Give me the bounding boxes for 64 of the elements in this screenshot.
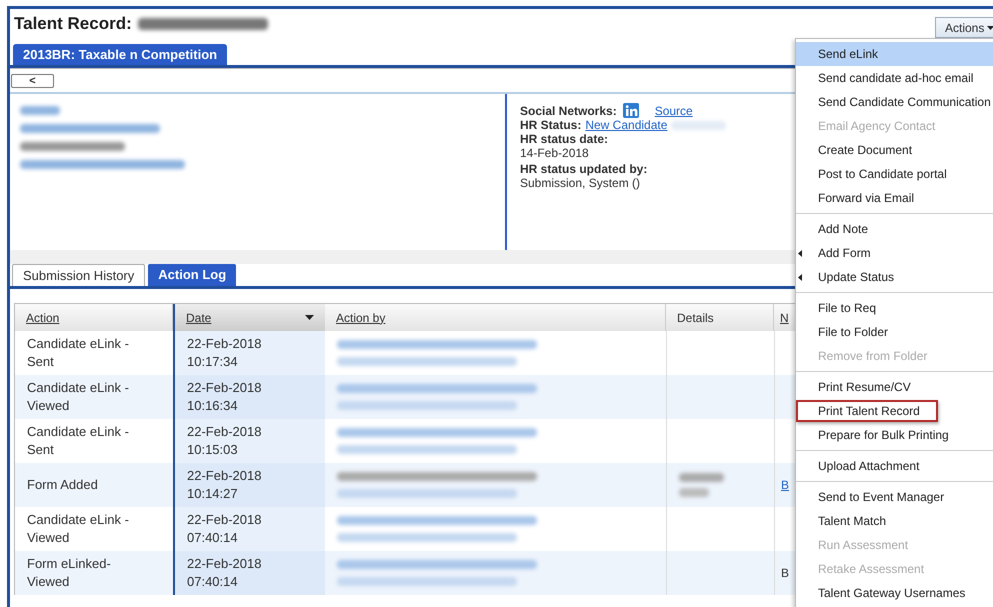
- table-cell-text: Candidate eLink - Viewed: [27, 511, 130, 547]
- table-cell-text: 22-Feb-2018 10:16:34: [187, 379, 262, 415]
- menu-item[interactable]: Talent Gateway Usernames: [796, 581, 993, 605]
- redacted-text: [671, 120, 726, 130]
- submenu-arrow-icon: [798, 274, 802, 281]
- redacted-text: [679, 473, 724, 482]
- sort-caret-icon: [305, 315, 314, 320]
- actions-button[interactable]: Actions: [935, 17, 993, 38]
- column-header[interactable]: Action: [15, 304, 173, 331]
- menu-item[interactable]: Send candidate ad-hoc email: [796, 66, 993, 90]
- column-header[interactable]: Action by: [325, 304, 666, 331]
- hr-status-link[interactable]: New Candidate: [585, 118, 668, 132]
- header-label: N: [780, 310, 789, 326]
- table-cell-text: 22-Feb-2018 10:15:03: [187, 423, 262, 459]
- table-cell-text: 22-Feb-2018 10:14:27: [187, 467, 262, 503]
- menu-item[interactable]: Print Talent Record: [796, 399, 993, 423]
- header-label: Action by: [336, 310, 386, 326]
- menu-item[interactable]: Add Form: [796, 241, 993, 265]
- page-title: Talent Record:: [14, 13, 132, 36]
- redacted-text: [679, 488, 709, 497]
- back-button[interactable]: <: [11, 74, 54, 88]
- menu-item[interactable]: File to Req: [796, 296, 993, 320]
- table-cell-text: Form eLinked- Viewed: [27, 555, 112, 591]
- table-cell-text: Candidate eLink - Sent: [27, 423, 130, 459]
- caret-icon: [987, 26, 993, 30]
- table-cell-text: Form Added: [27, 476, 99, 494]
- menu-item[interactable]: Send Candidate Communication: [796, 90, 993, 114]
- table-cell-text: 22-Feb-2018 07:40:14: [187, 555, 262, 591]
- table-cell-text: 22-Feb-2018 07:40:14: [187, 511, 262, 547]
- menu-item[interactable]: File to Folder: [796, 320, 993, 344]
- field-label: HR status updated by:: [520, 162, 648, 176]
- table-cell-text: B: [781, 565, 790, 582]
- column-header[interactable]: N: [774, 304, 796, 331]
- linkedin-icon: [622, 103, 639, 118]
- field-value: Submission, System (): [520, 176, 642, 190]
- menu-item[interactable]: Add Note: [796, 217, 993, 241]
- header-label: Date: [186, 310, 212, 326]
- menu-item[interactable]: Post to Candidate portal: [796, 162, 993, 186]
- menu-item[interactable]: Send to Event Manager: [796, 485, 993, 509]
- source-link[interactable]: Source: [654, 104, 693, 118]
- menu-item[interactable]: Send eLink: [796, 42, 993, 66]
- redacted-text: [20, 106, 60, 115]
- menu-item[interactable]: Update Status: [796, 265, 993, 289]
- column-header[interactable]: Date: [173, 304, 325, 331]
- menu-item[interactable]: Upload Attachment: [796, 454, 993, 478]
- menu-item[interactable]: Forward via Email: [796, 186, 993, 210]
- field-value: 14-Feb-2018: [520, 146, 590, 160]
- name-link[interactable]: B: [781, 476, 790, 494]
- table-cell-text: 22-Feb-2018 10:17:34: [187, 335, 262, 371]
- field-label: HR Status:: [520, 118, 582, 132]
- section-tab[interactable]: Submission History: [12, 264, 146, 286]
- menu-item[interactable]: Print Resume/CV: [796, 375, 993, 399]
- field-label: HR status date:: [520, 132, 610, 146]
- section-tab[interactable]: Action Log: [148, 264, 236, 286]
- record-tab[interactable]: 2013BR: Taxable n Competition: [13, 44, 228, 65]
- header-label: Action: [26, 310, 60, 326]
- header-label: Details: [677, 310, 714, 326]
- submenu-arrow-icon: [798, 250, 802, 257]
- field-label: Social Networks:: [520, 104, 617, 118]
- menu-item[interactable]: Prepare for Bulk Printing: [796, 423, 993, 447]
- table-cell-text: Candidate eLink - Sent: [27, 335, 130, 371]
- menu-item[interactable]: Talent Match: [796, 509, 993, 533]
- menu-item[interactable]: Create Document: [796, 138, 993, 162]
- table-cell-text: Candidate eLink - Viewed: [27, 379, 130, 415]
